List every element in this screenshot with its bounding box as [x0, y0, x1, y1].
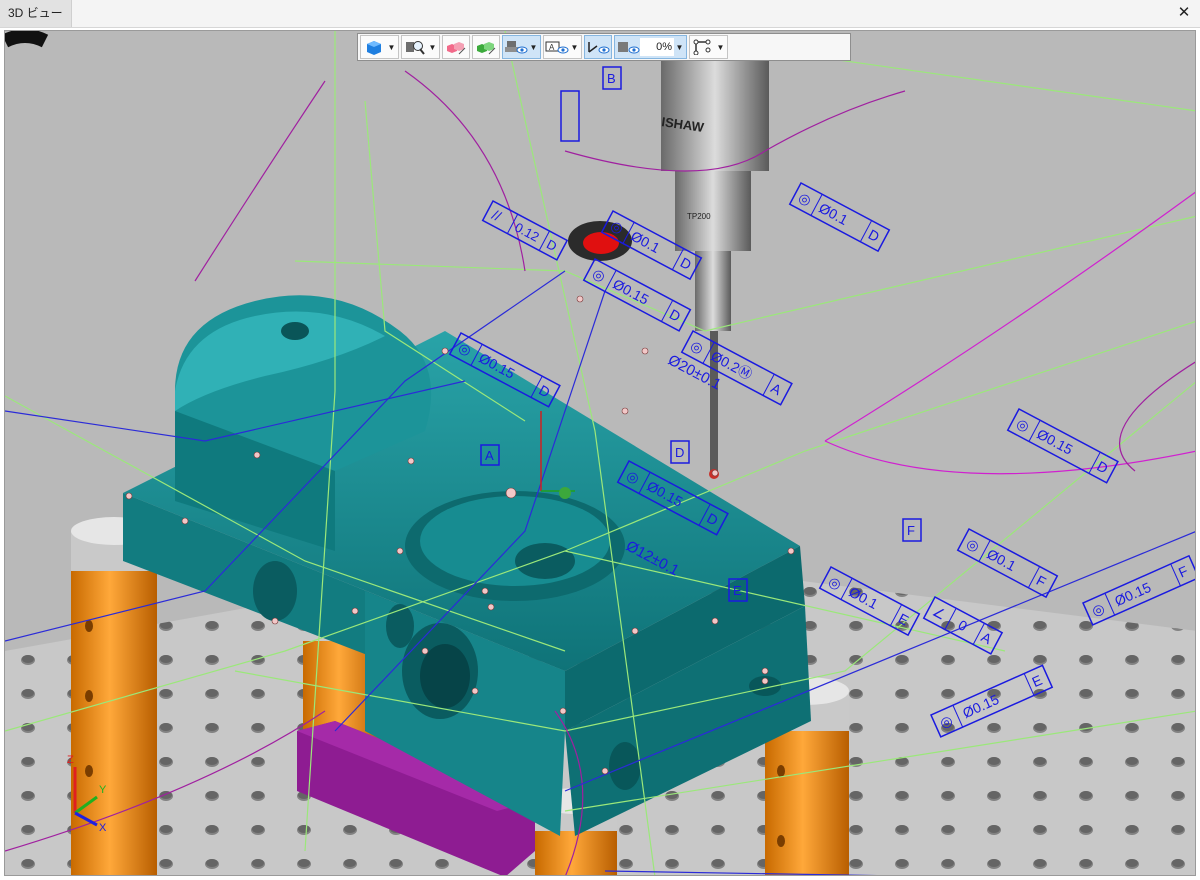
transparency-dropdown[interactable]: ▼ [674, 37, 685, 57]
close-icon[interactable]: ✕ [1174, 3, 1194, 23]
fixture-visibility-icon[interactable] [616, 37, 640, 57]
transparency-value[interactable]: 0% [640, 38, 674, 56]
path-visibility-dropdown[interactable]: ▼ [715, 37, 726, 57]
view-magnify-icon[interactable] [403, 37, 427, 57]
window-tab-bar: 3D ビュー ✕ [0, 0, 1200, 28]
tab-3d-view[interactable]: 3D ビュー [0, 0, 72, 27]
fixture-visibility-group: 0% ▼ [614, 35, 687, 59]
svg-text:A: A [485, 448, 494, 463]
green-cubes-hide-icon[interactable] [474, 37, 498, 57]
probe-visibility-group: ▼ [502, 35, 541, 59]
support-column-left [71, 517, 157, 875]
svg-text:D: D [675, 445, 684, 460]
svg-text:A: A [549, 43, 555, 52]
path-visibility-icon[interactable] [691, 37, 715, 57]
axis-x-label: X [99, 822, 107, 834]
corner-shadow [5, 31, 49, 48]
display-mode-dropdown[interactable]: ▼ [386, 37, 397, 57]
svg-text:E: E [733, 583, 742, 598]
annotation-visibility-dropdown[interactable]: ▼ [569, 37, 580, 57]
probe-model-label: TP200 [687, 212, 711, 221]
3d-viewport[interactable]: ISHAW TP200 // 0.12 D ◎ Ø0.1 D ◎ Ø0.15 D… [4, 30, 1196, 876]
annotation-visibility-icon[interactable]: A [545, 37, 569, 57]
view-zoom-dropdown[interactable]: ▼ [427, 37, 438, 57]
probe-visibility-dropdown[interactable]: ▼ [528, 37, 539, 57]
svg-text:B: B [607, 71, 616, 86]
axis-y-label: Y [99, 784, 107, 796]
annotation-visibility-group: A ▼ [543, 35, 582, 59]
path-visibility-group: ▼ [689, 35, 728, 59]
axis-z-label: Z [67, 754, 74, 766]
pink-cubes-group [442, 35, 470, 59]
view-toolbar: ▼ ▼ ▼ A ▼ 0% ▼ ▼ [357, 33, 851, 61]
view-zoom-group: ▼ [401, 35, 440, 59]
coordinate-visibility-group [584, 35, 612, 59]
green-cubes-group [472, 35, 500, 59]
pink-cubes-hide-icon[interactable] [444, 37, 468, 57]
coordinate-visibility-icon[interactable] [586, 37, 610, 57]
svg-text:F: F [907, 523, 915, 538]
probe-visibility-icon[interactable] [504, 37, 528, 57]
display-mode-group: ▼ [360, 35, 399, 59]
solid-cube-icon[interactable] [362, 37, 386, 57]
3d-scene[interactable]: ISHAW TP200 // 0.12 D ◎ Ø0.1 D ◎ Ø0.15 D… [5, 31, 1196, 876]
